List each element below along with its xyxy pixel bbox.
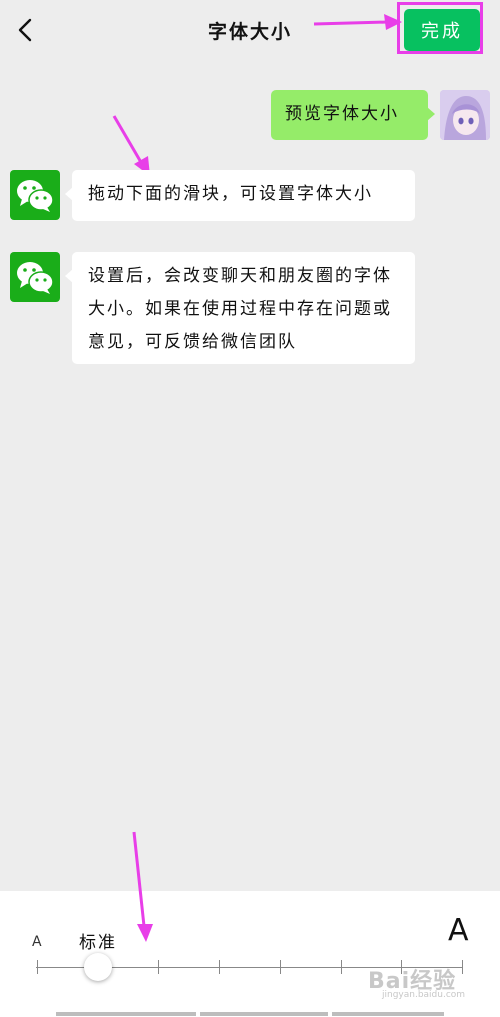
watermark-url: jingyan.baidu.com [382,990,466,1000]
wechat-logo-icon [17,180,54,212]
slider-tick[interactable] [341,960,342,974]
incoming-message-bubble: 设置后，会改变聊天和朋友圈的字体大小。如果在使用过程中存在问题或意见，可反馈给微… [65,252,415,364]
small-font-label: A [32,934,42,950]
top-bar: 字体大小 完成 [0,0,500,60]
font-size-slider-handle[interactable] [84,953,112,981]
current-size-label: 标准 [79,933,117,953]
anime-avatar-icon [440,90,490,140]
done-button[interactable]: 完成 [404,9,480,51]
user-avatar[interactable] [440,90,490,140]
home-indicator [200,1012,328,1016]
slider-tick[interactable] [219,960,220,974]
slider-tick[interactable] [158,960,159,974]
outgoing-message-bubble: 预览字体大小 [271,90,435,140]
wechat-logo-icon [17,262,54,294]
wechat-avatar[interactable] [10,252,60,302]
home-indicator [56,1012,196,1016]
incoming-message-bubble: 拖动下面的滑块，可设置字体大小 [65,170,415,221]
annotation-arrow [112,115,150,176]
slider-tick[interactable] [280,960,281,974]
large-font-label: A [448,913,469,948]
wechat-avatar[interactable] [10,170,60,220]
home-indicator [332,1012,444,1016]
slider-tick[interactable] [37,960,38,974]
slider-tick[interactable] [462,960,463,974]
